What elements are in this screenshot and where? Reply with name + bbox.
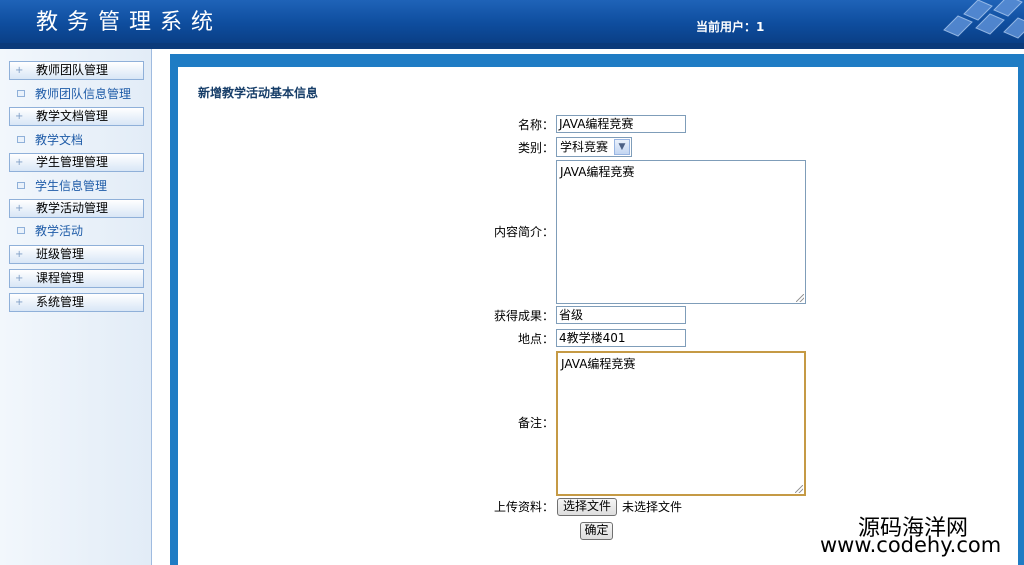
- sidebar-item-label: 学生信息管理: [35, 179, 108, 193]
- choose-file-button[interactable]: 选择文件: [557, 498, 617, 516]
- sidebar-item-label: 学生管理管理: [36, 155, 109, 169]
- submit-button[interactable]: 确定: [580, 522, 613, 540]
- category-label: 类别：: [517, 141, 554, 155]
- sidebar-item-class-mgmt[interactable]: + 班级管理: [9, 245, 144, 264]
- sidebar-item-teaching-doc[interactable]: 教学文档: [17, 131, 83, 149]
- app-header: 教务管理系统 当前用户：1: [0, 0, 1024, 43]
- expand-icon: +: [15, 65, 24, 76]
- sidebar-item-label: 教师团队管理: [36, 63, 109, 77]
- remark-textarea[interactable]: JAVA编程竞赛: [556, 351, 806, 496]
- sidebar-item-system-mgmt[interactable]: + 系统管理: [9, 293, 144, 312]
- name-input[interactable]: JAVA编程竞赛: [556, 115, 686, 133]
- location-input[interactable]: 4教学楼401: [556, 329, 686, 347]
- remark-text: JAVA编程竞赛: [561, 357, 636, 371]
- file-status: 未选择文件: [622, 500, 683, 514]
- expand-icon: +: [15, 297, 24, 308]
- sidebar-item-teaching-docs[interactable]: + 教学文档管理: [9, 107, 144, 126]
- sidebar-item-label: 教学活动: [35, 224, 84, 238]
- sidebar-item-activity[interactable]: 教学活动: [17, 222, 83, 240]
- watermark-url: www.codehy.com: [820, 533, 1002, 557]
- header-divider: [0, 43, 1024, 49]
- page-icon: [17, 136, 25, 143]
- chevron-down-icon[interactable]: ▼: [614, 139, 630, 155]
- category-selected-value: 学科竞赛: [560, 140, 609, 154]
- sidebar-item-student-mgmt[interactable]: + 学生管理管理: [9, 153, 144, 172]
- upload-label: 上传资料：: [493, 500, 554, 514]
- sidebar: + 教师团队管理 教师团队信息管理 + 教学文档管理 教学文档 + 学生管理管理…: [0, 49, 152, 565]
- app-title: 教务管理系统: [36, 10, 223, 35]
- sidebar-item-label: 教学文档管理: [36, 109, 109, 123]
- main-frame: 新增教学活动基本信息 名称： JAVA编程竞赛 类别： 学科竞赛 ▼ 内容简介：…: [170, 54, 1024, 565]
- name-label: 名称：: [517, 118, 554, 132]
- form-panel: 新增教学活动基本信息 名称： JAVA编程竞赛 类别： 学科竞赛 ▼ 内容简介：…: [178, 67, 1018, 565]
- category-select[interactable]: 学科竞赛 ▼: [556, 137, 632, 157]
- resize-grip-icon[interactable]: [795, 485, 803, 493]
- keyboard-decoration-icon: [943, 0, 1024, 39]
- sidebar-item-student-info[interactable]: 学生信息管理: [17, 177, 107, 195]
- intro-label: 内容简介：: [493, 225, 554, 239]
- sidebar-item-teacher-team-info[interactable]: 教师团队信息管理: [17, 85, 131, 103]
- expand-icon: +: [15, 273, 24, 284]
- remark-label: 备注：: [517, 416, 554, 430]
- intro-textarea[interactable]: JAVA编程竞赛: [556, 160, 806, 304]
- sidebar-item-activity-mgmt[interactable]: + 教学活动管理: [9, 199, 144, 218]
- form-title: 新增教学活动基本信息: [198, 86, 319, 100]
- sidebar-item-label: 系统管理: [36, 295, 85, 309]
- sidebar-item-label: 班级管理: [36, 247, 85, 261]
- sidebar-item-label: 教师团队信息管理: [35, 87, 132, 101]
- current-user: 当前用户：1: [696, 20, 765, 34]
- result-input[interactable]: 省级: [556, 306, 686, 324]
- location-label: 地点：: [517, 332, 554, 346]
- sidebar-item-label: 课程管理: [36, 271, 85, 285]
- sidebar-item-course-mgmt[interactable]: + 课程管理: [9, 269, 144, 288]
- expand-icon: +: [15, 157, 24, 168]
- sidebar-item-label: 教学文档: [35, 133, 84, 147]
- page-icon: [17, 90, 25, 97]
- intro-text: JAVA编程竞赛: [560, 165, 635, 179]
- expand-icon: +: [15, 249, 24, 260]
- result-label: 获得成果：: [493, 309, 554, 323]
- sidebar-item-teacher-team[interactable]: + 教师团队管理: [9, 61, 144, 80]
- expand-icon: +: [15, 111, 24, 122]
- sidebar-item-label: 教学活动管理: [36, 201, 109, 215]
- page-icon: [17, 227, 25, 234]
- page-icon: [17, 182, 25, 189]
- resize-grip-icon[interactable]: [796, 294, 804, 302]
- expand-icon: +: [15, 203, 24, 214]
